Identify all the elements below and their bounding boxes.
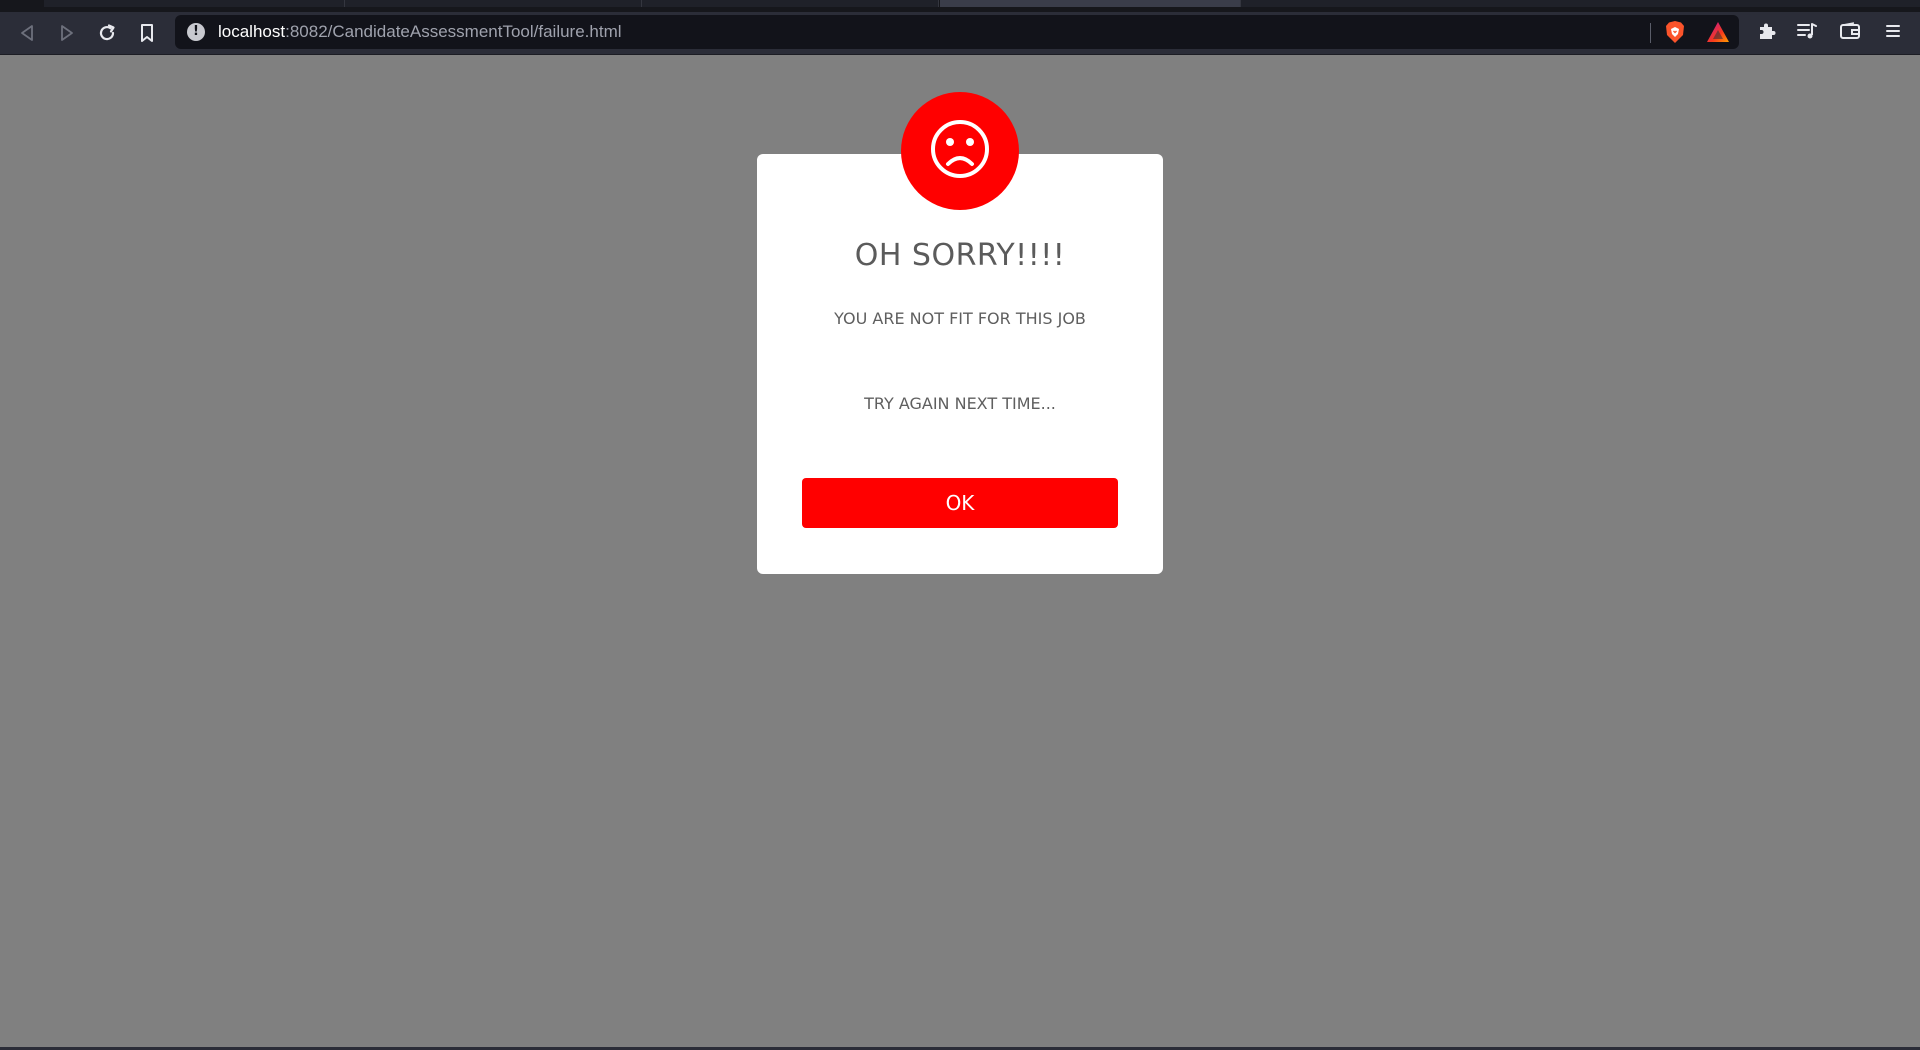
url-text[interactable]: localhost:8082/CandidateAssessmentTool/f… (218, 22, 622, 42)
modal-submessage: TRY AGAIN NEXT TIME... (864, 394, 1056, 413)
bookmark-icon (139, 23, 155, 43)
browser-tab[interactable] (642, 0, 939, 7)
browser-tab[interactable] (44, 0, 345, 7)
modal-title: OH SORRY!!!! (854, 238, 1066, 273)
url-host: localhost (218, 22, 286, 41)
browser-toolbar: ! localhost:8082/CandidateAssessmentTool… (0, 12, 1920, 55)
forward-arrow-icon (59, 24, 75, 42)
reload-button[interactable] (90, 16, 124, 50)
bookmark-button[interactable] (130, 16, 164, 50)
forward-button[interactable] (50, 16, 84, 50)
wallet-button[interactable] (1833, 16, 1867, 50)
ok-button[interactable]: OK (802, 478, 1118, 528)
tab-strip (0, 0, 1920, 12)
brave-shields-icon[interactable] (1664, 20, 1686, 44)
page-backdrop: OH SORRY!!!! YOU ARE NOT FIT FOR THIS JO… (0, 55, 1920, 1050)
back-button[interactable] (10, 16, 44, 50)
info-icon[interactable]: ! (187, 23, 205, 41)
browser-tab-active[interactable] (940, 0, 1241, 7)
browser-tab[interactable] (1241, 0, 1920, 7)
address-bar-divider (1650, 23, 1651, 43)
hamburger-menu-icon (1885, 23, 1901, 43)
sad-face-badge (901, 92, 1019, 210)
failure-modal: OH SORRY!!!! YOU ARE NOT FIT FOR THIS JO… (757, 154, 1163, 574)
modal-message: YOU ARE NOT FIT FOR THIS JOB (834, 309, 1086, 328)
playlist-icon (1796, 21, 1818, 45)
browser-tab[interactable] (345, 0, 642, 7)
puzzle-piece-icon (1757, 21, 1777, 45)
brave-rewards-icon[interactable] (1706, 21, 1730, 43)
menu-button[interactable] (1876, 16, 1910, 50)
sad-face-icon (929, 118, 991, 184)
wallet-icon (1839, 22, 1861, 44)
playlist-button[interactable] (1790, 16, 1824, 50)
url-path: :8082/CandidateAssessmentTool/failure.ht… (285, 22, 622, 41)
back-arrow-icon (19, 24, 35, 42)
extensions-button[interactable] (1750, 16, 1784, 50)
reload-icon (97, 23, 117, 43)
address-bar[interactable]: ! localhost:8082/CandidateAssessmentTool… (175, 15, 1739, 49)
